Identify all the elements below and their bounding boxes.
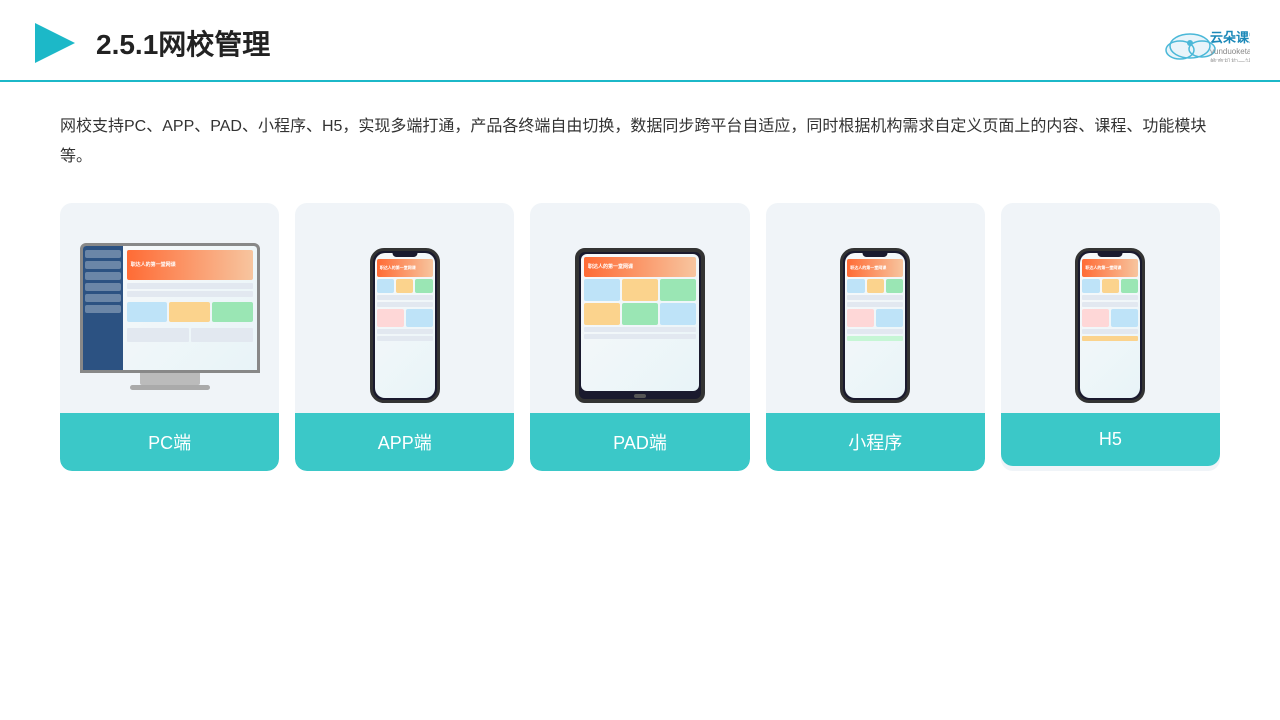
card-miniapp-label: 小程序 (766, 413, 985, 471)
card-h5-image: 职达人的第一堂网课 (1017, 223, 1204, 403)
card-pc: 职达人的第一堂网课 (60, 203, 279, 471)
card-pad-image: 职达人的第一堂网课 (546, 223, 733, 403)
card-pc-image: 职达人的第一堂网课 (76, 223, 263, 403)
header: 2.5.1网校管理 云朵课堂 yunduoketang.com 教育机构一站式服… (0, 0, 1280, 82)
h5-phone-mockup: 职达人的第一堂网课 (1075, 248, 1145, 403)
card-miniapp: 职达人的第一堂网课 (766, 203, 985, 471)
svg-text:教育机构一站式服务云平台: 教育机构一站式服务云平台 (1210, 57, 1250, 62)
miniapp-phone-mockup: 职达人的第一堂网课 (840, 248, 910, 403)
svg-text:yunduoketang.com: yunduoketang.com (1210, 47, 1250, 56)
description-text: 网校支持PC、APP、PAD、小程序、H5，实现多端打通，产品各终端自由切换，数… (60, 112, 1220, 173)
pc-mockup: 职达人的第一堂网课 (80, 243, 260, 403)
logo-area: 云朵课堂 yunduoketang.com 教育机构一站式服务云平台 (1160, 24, 1250, 62)
card-pad-label: PAD端 (530, 413, 749, 471)
card-app-label: APP端 (295, 413, 514, 471)
header-left: 2.5.1网校管理 (30, 18, 270, 68)
card-pad: 职达人的第一堂网课 PAD端 (530, 203, 749, 471)
card-app: 职达人的第一堂网课 (295, 203, 514, 471)
logo-svg: 云朵课堂 yunduoketang.com 教育机构一站式服务云平台 (1160, 24, 1250, 62)
cards-container: 职达人的第一堂网课 (60, 203, 1220, 471)
tablet-mockup: 职达人的第一堂网课 (575, 248, 705, 403)
play-icon (30, 18, 80, 68)
card-h5: 职达人的第一堂网课 (1001, 203, 1220, 471)
svg-text:云朵课堂: 云朵课堂 (1210, 30, 1250, 45)
card-miniapp-image: 职达人的第一堂网课 (782, 223, 969, 403)
main-content: 网校支持PC、APP、PAD、小程序、H5，实现多端打通，产品各终端自由切换，数… (0, 82, 1280, 491)
app-phone-mockup: 职达人的第一堂网课 (370, 248, 440, 403)
card-pc-label: PC端 (60, 413, 279, 471)
card-app-image: 职达人的第一堂网课 (311, 223, 498, 403)
card-h5-label: H5 (1001, 413, 1220, 466)
page-title: 2.5.1网校管理 (96, 23, 270, 63)
